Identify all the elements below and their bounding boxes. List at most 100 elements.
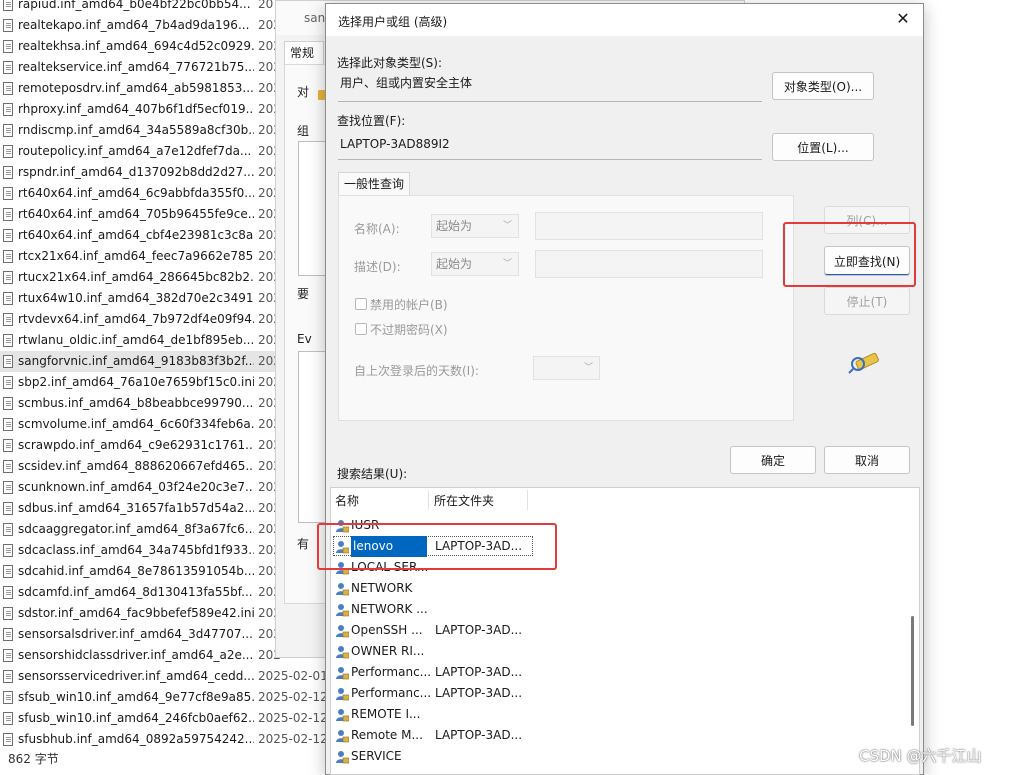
- close-icon[interactable]: ✕: [883, 4, 923, 36]
- result-row[interactable]: lenovo LAPTOP-3AD...: [331, 536, 891, 557]
- file-row[interactable]: sfusbhub.inf_amd64_0892a59754242... 2025-…: [0, 729, 330, 750]
- file-name: sdcaclass.inf_amd64_34a745bfd1f933...: [18, 543, 254, 557]
- file-icon: [3, 460, 13, 473]
- result-name: REMOTE I...: [351, 707, 421, 721]
- search-results-label: 搜索结果(U):: [337, 467, 408, 481]
- non-expiring-password-checkbox[interactable]: [355, 323, 367, 335]
- general-query-panel: 名称(A): 起始为 ﹀ 描述(D): 起始为 ﹀ 禁用的帐户(B) 不过期密码…: [338, 195, 794, 421]
- file-name: scmbus.inf_amd64_b8beabbce99790...: [18, 396, 254, 410]
- result-row[interactable]: IUSR: [331, 515, 891, 536]
- file-row[interactable]: sfusb_win10.inf_amd64_246fcb0aef62... 202…: [0, 708, 330, 729]
- file-icon: [3, 481, 13, 494]
- file-name: sensorsservicedriver.inf_amd64_cedd...: [18, 669, 254, 683]
- file-name: sbp2.inf_amd64_76a10e7659bf15c0.ini: [18, 375, 254, 389]
- days-since-login-select[interactable]: ﹀: [533, 356, 600, 380]
- object-type-field: 用户、组或内置安全主体: [338, 74, 762, 102]
- locations-button[interactable]: 位置(L)...: [772, 133, 874, 161]
- file-icon: [3, 712, 13, 725]
- file-name: sensorsalsdriver.inf_amd64_3d47707...: [18, 627, 253, 641]
- file-icon: [3, 250, 13, 263]
- result-folder: LAPTOP-3AD...: [435, 623, 523, 637]
- result-row[interactable]: Performanc... LAPTOP-3AD...: [331, 683, 891, 704]
- tab-general-query[interactable]: 一般性查询: [338, 172, 410, 196]
- file-icon: [3, 40, 13, 53]
- column-header-name[interactable]: 名称: [335, 492, 359, 509]
- file-name: sdbus.inf_amd64_31657fa1b57d54a2...: [18, 501, 254, 515]
- name-mode-select[interactable]: 起始为 ﹀: [431, 214, 519, 238]
- file-name: sangforvnic.inf_amd64_9183b83f3b2f...: [18, 354, 254, 368]
- file-name: scmvolume.inf_amd64_6c60f334feb6a...: [18, 417, 254, 431]
- file-name: realtekapo.inf_amd64_7b4ad9da196...: [18, 18, 250, 32]
- stop-button[interactable]: 停止(T): [824, 287, 910, 315]
- description-mode-select[interactable]: 起始为 ﹀: [431, 252, 519, 276]
- file-icon: [3, 502, 13, 515]
- description-mode-value: 起始为: [436, 257, 473, 271]
- columns-button[interactable]: 列(C)...: [824, 206, 910, 234]
- object-type-label: 选择此对象类型(S):: [337, 56, 443, 70]
- search-results-list[interactable]: 名称 所在文件夹 IUSR lenovo LAPTOP-3AD... LOCAL SE…: [330, 487, 920, 775]
- cancel-button[interactable]: 取消: [824, 446, 910, 474]
- result-row[interactable]: NETWORK: [331, 578, 891, 599]
- user-icon: [335, 708, 350, 722]
- result-row[interactable]: SERVICE: [331, 746, 891, 767]
- file-name: rt640x64.inf_amd64_cbf4e23981c3c8a...: [18, 228, 254, 242]
- file-name: scsidev.inf_amd64_888620667efd465...: [18, 459, 254, 473]
- result-row[interactable]: Remote M... LAPTOP-3AD...: [331, 725, 891, 746]
- watermark: CSDN @六千江山: [859, 747, 982, 765]
- file-name: rt640x64.inf_amd64_705b96455fe9ce...: [18, 207, 254, 221]
- ok-button[interactable]: 确定: [730, 446, 816, 474]
- file-name: routepolicy.inf_amd64_a7e12dfef7da...: [18, 144, 252, 158]
- result-row[interactable]: Performanc... LAPTOP-3AD...: [331, 662, 891, 683]
- result-row[interactable]: REMOTE I...: [331, 704, 891, 725]
- file-name: scunknown.inf_amd64_03f24e20c3e7...: [18, 480, 254, 494]
- disabled-accounts-label: 禁用的帐户(B): [370, 298, 448, 312]
- file-name: rt640x64.inf_amd64_6c9abbfda355f0...: [18, 186, 254, 200]
- file-name: rtux64w10.inf_amd64_382d70e2c3491...: [18, 291, 254, 305]
- result-row[interactable]: NETWORK ...: [331, 599, 891, 620]
- user-icon: [335, 687, 350, 701]
- result-name: lenovo: [351, 536, 427, 557]
- object-types-button[interactable]: 对象类型(O)...: [772, 72, 874, 100]
- file-name: rtcx21x64.inf_amd64_feec7a9662e785...: [18, 249, 254, 263]
- properties-label: 要: [297, 287, 310, 301]
- chevron-down-icon: ﹀: [583, 363, 593, 373]
- days-since-login-label: 自上次登录后的天数(I):: [354, 364, 479, 378]
- properties-permission-list[interactable]: [298, 351, 328, 523]
- file-icon: [3, 103, 13, 116]
- chevron-down-icon: ﹀: [502, 259, 512, 269]
- column-header-folder[interactable]: 所在文件夹: [434, 492, 494, 509]
- user-icon: [335, 729, 350, 743]
- result-row[interactable]: OWNER RI...: [331, 641, 891, 662]
- file-icon: [3, 355, 13, 368]
- column-divider[interactable]: [527, 490, 528, 510]
- user-icon: [335, 519, 350, 533]
- file-icon: [3, 376, 13, 389]
- disabled-accounts-checkbox[interactable]: [355, 298, 367, 310]
- file-date: 2025-02-01: [258, 669, 328, 683]
- file-name: realtekservice.inf_amd64_776721b75...: [18, 60, 254, 74]
- file-name: rtwlanu_oldic.inf_amd64_de1bf895eb...: [18, 333, 254, 347]
- column-divider[interactable]: [428, 490, 429, 510]
- properties-label: 组: [297, 124, 310, 138]
- file-row[interactable]: sfsub_win10.inf_amd64_9e77cf8e9a85... 202…: [0, 687, 330, 708]
- file-icon: [3, 544, 13, 557]
- properties-label: Ev: [297, 332, 312, 346]
- file-icon: [3, 565, 13, 578]
- description-input[interactable]: [535, 250, 763, 278]
- name-mode-value: 起始为: [436, 219, 473, 233]
- properties-tab-general[interactable]: 常规: [284, 41, 324, 65]
- file-icon: [3, 607, 13, 620]
- file-name: sdcaaggregator.inf_amd64_8f3a67fc6...: [18, 522, 254, 536]
- properties-group-list[interactable]: [298, 141, 328, 276]
- scrollbar[interactable]: [911, 616, 914, 726]
- result-name: Performanc...: [351, 686, 431, 700]
- file-name: sensorshidclassdriver.inf_amd64_a2e...: [18, 648, 254, 662]
- name-input[interactable]: [535, 212, 763, 240]
- find-now-button[interactable]: 立即查找(N): [824, 246, 910, 276]
- result-row[interactable]: OpenSSH ... LAPTOP-3AD...: [331, 620, 891, 641]
- user-icon: [335, 750, 350, 764]
- file-row[interactable]: sensorsservicedriver.inf_amd64_cedd... 20…: [0, 666, 330, 687]
- file-icon: [3, 208, 13, 221]
- result-row[interactable]: LOCAL SER...: [331, 557, 891, 578]
- results-header: 名称 所在文件夹: [331, 488, 919, 512]
